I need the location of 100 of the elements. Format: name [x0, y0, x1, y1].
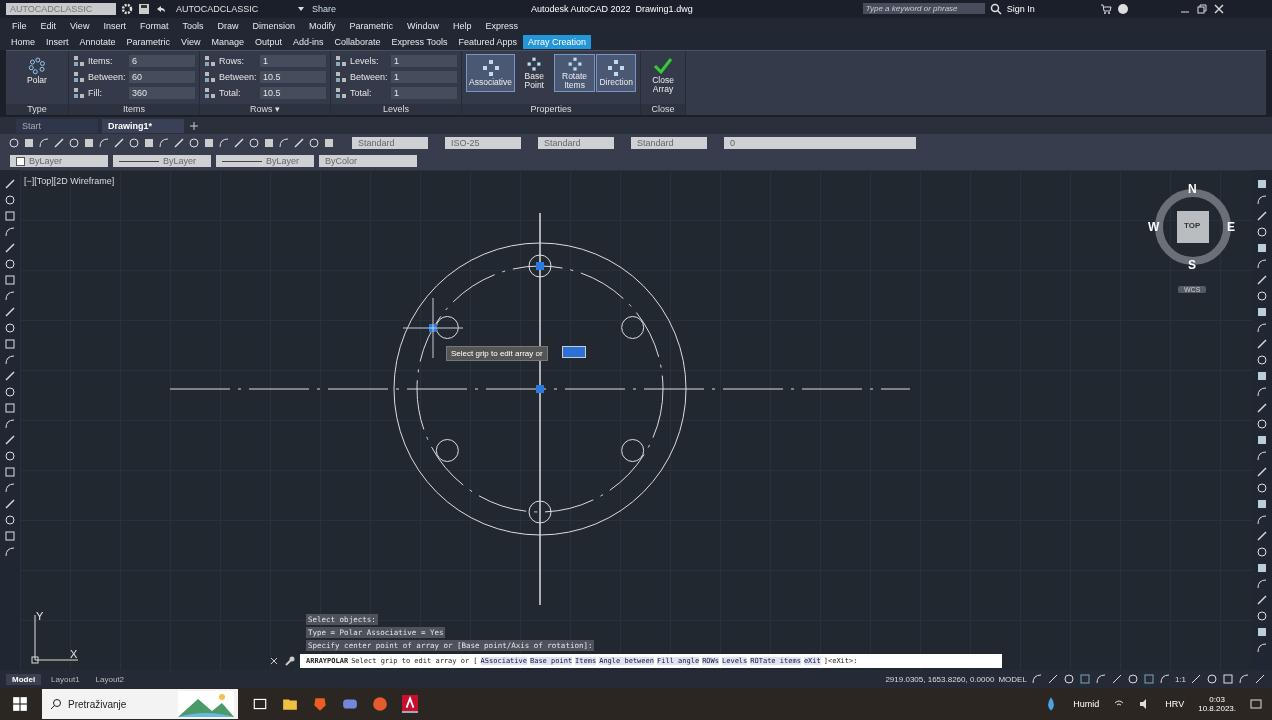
menu-item[interactable]: Express — [485, 21, 519, 32]
arc-icon[interactable] — [1158, 673, 1171, 686]
input-field[interactable]: 1 — [391, 86, 457, 99]
property-button[interactable]: Associative — [466, 53, 515, 92]
style-dropdown[interactable]: Standard — [352, 137, 428, 150]
line-icon[interactable] — [4, 498, 16, 511]
line-icon[interactable] — [1046, 673, 1059, 686]
line-icon[interactable] — [293, 137, 305, 150]
arc-icon[interactable] — [1256, 642, 1268, 655]
menu-item[interactable]: Modify — [309, 21, 336, 32]
circle-icon[interactable] — [4, 258, 16, 271]
line-icon[interactable] — [1256, 274, 1268, 287]
clock-time[interactable]: 0:03 — [1209, 695, 1225, 705]
arc-icon[interactable] — [1256, 514, 1268, 527]
input-field[interactable]: 10.5 — [260, 86, 326, 99]
polar-button[interactable]: Polar — [24, 53, 50, 87]
input-field[interactable]: 1 — [391, 54, 457, 67]
line-icon[interactable] — [113, 137, 125, 150]
ribbon-tab[interactable]: Manage — [206, 35, 249, 50]
property-button[interactable]: Rotate Items — [553, 53, 596, 92]
arc-icon[interactable] — [4, 482, 16, 495]
menu-item[interactable]: View — [70, 21, 90, 32]
circle-icon[interactable] — [8, 137, 20, 150]
property-dropdown[interactable]: ByLayer — [10, 155, 108, 168]
line-icon[interactable] — [4, 370, 16, 383]
line-icon[interactable] — [1256, 210, 1268, 223]
square-icon[interactable] — [263, 137, 275, 150]
ribbon-tab[interactable]: View — [176, 35, 206, 50]
menu-item[interactable]: Insert — [103, 21, 126, 32]
circle-icon[interactable] — [1256, 354, 1268, 367]
square-icon[interactable] — [1256, 178, 1268, 191]
ribbon-tab[interactable]: Featured Apps — [453, 35, 522, 50]
property-dropdown[interactable]: ByLayer — [113, 155, 211, 168]
line-icon[interactable] — [53, 137, 65, 150]
arc-icon[interactable] — [4, 226, 16, 239]
square-icon[interactable] — [1256, 242, 1268, 255]
square-icon[interactable] — [1222, 673, 1234, 686]
circle-icon[interactable] — [1256, 546, 1268, 559]
circle-icon[interactable] — [1256, 290, 1268, 303]
circle-icon[interactable] — [4, 194, 16, 207]
line-icon[interactable] — [173, 137, 185, 150]
add-tab-icon[interactable] — [188, 119, 200, 132]
square-icon[interactable] — [4, 210, 16, 223]
menu-item[interactable]: File — [12, 21, 27, 32]
arc-icon[interactable] — [1256, 322, 1268, 335]
input-field[interactable]: 1 — [391, 70, 457, 83]
save-icon[interactable] — [138, 2, 150, 15]
grip-handle[interactable] — [429, 324, 437, 333]
menu-item[interactable]: Edit — [40, 21, 57, 32]
square-icon[interactable] — [1256, 434, 1268, 447]
ribbon-tab[interactable]: Home — [6, 35, 40, 50]
menu-item[interactable]: Tools — [182, 21, 204, 32]
circle-icon[interactable] — [1126, 673, 1139, 686]
arc-icon[interactable] — [4, 546, 16, 559]
viewport-label[interactable]: [−][Top][2D Wireframe] — [24, 176, 115, 187]
notification-icon[interactable] — [1250, 698, 1262, 711]
square-icon[interactable] — [143, 137, 155, 150]
line-icon[interactable] — [4, 242, 16, 255]
ribbon-tab[interactable]: Parametric — [121, 35, 176, 50]
input-field[interactable]: 60 — [129, 70, 195, 83]
layout-tab[interactable]: Model — [6, 673, 42, 685]
circle-icon[interactable] — [4, 386, 16, 399]
property-button[interactable]: Direction — [596, 53, 636, 92]
circle-icon[interactable] — [188, 137, 200, 150]
arc-icon[interactable] — [1256, 450, 1268, 463]
arc-icon[interactable] — [98, 137, 110, 150]
circle-icon[interactable] — [1256, 418, 1268, 431]
square-icon[interactable] — [1256, 562, 1268, 575]
cart-icon[interactable] — [1099, 2, 1112, 15]
circle-icon[interactable] — [4, 450, 16, 463]
wrench-icon[interactable] — [284, 655, 296, 668]
square-icon[interactable] — [1256, 370, 1268, 383]
menu-item[interactable]: Help — [453, 21, 472, 32]
arc-icon[interactable] — [1256, 194, 1268, 207]
circle-icon[interactable] — [248, 137, 260, 150]
square-icon[interactable] — [4, 530, 16, 543]
line-icon[interactable] — [1190, 673, 1202, 686]
menu-item[interactable]: Format — [139, 21, 169, 32]
coordinates[interactable]: 2919.0305, 1653.8260, 0.0000 — [885, 674, 995, 684]
search-field[interactable]: Type a keyword or phrase — [862, 3, 985, 15]
arc-icon[interactable] — [4, 418, 16, 431]
compass-label[interactable]: E — [1227, 220, 1235, 235]
line-icon[interactable] — [4, 434, 16, 447]
line-icon[interactable] — [1256, 466, 1268, 479]
circle-icon[interactable] — [68, 137, 80, 150]
arc-icon[interactable] — [4, 290, 16, 303]
ribbon-tab[interactable]: Express Tools — [386, 35, 453, 50]
square-icon[interactable] — [203, 137, 215, 150]
style-dropdown[interactable]: Standard — [631, 137, 707, 150]
workspace-menu[interactable]: AUTOCADCLASSIC — [172, 2, 290, 15]
square-icon[interactable] — [323, 137, 335, 150]
square-icon[interactable] — [1256, 306, 1268, 319]
settings-icon[interactable] — [121, 2, 133, 15]
ribbon-tab[interactable]: Insert — [41, 35, 74, 50]
search-icon[interactable] — [989, 2, 1002, 15]
arc-icon[interactable] — [38, 137, 50, 150]
grip-handle[interactable] — [536, 262, 544, 271]
compass-label[interactable]: N — [1188, 182, 1197, 197]
layout-tab[interactable]: Layout2 — [89, 673, 131, 685]
sign-in-button[interactable]: Sign In — [1006, 3, 1035, 14]
